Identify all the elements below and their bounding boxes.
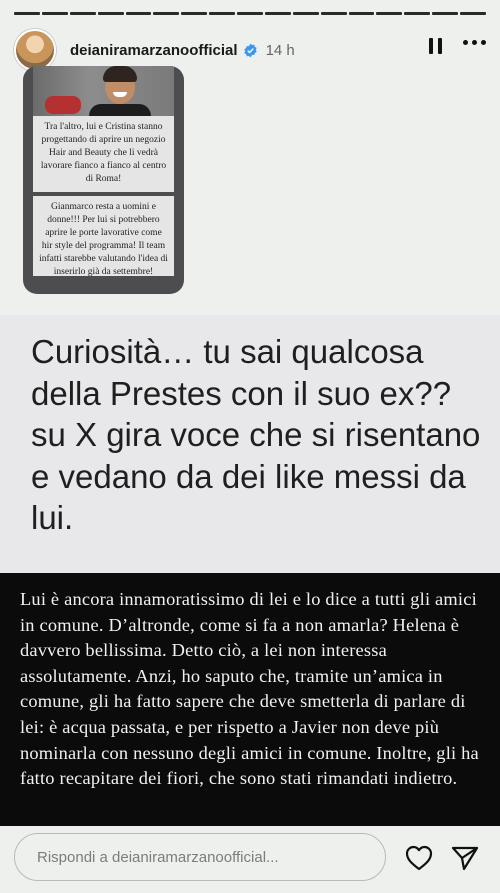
progress-segment [376, 12, 403, 15]
username[interactable]: deianiramarzanoofficial [70, 42, 238, 59]
pause-icon[interactable] [429, 38, 442, 54]
more-options-icon[interactable] [463, 40, 486, 45]
progress-segment [264, 12, 291, 15]
repost-caption-1: Tra l'altro, lui e Cristina stanno proge… [33, 116, 174, 192]
progress-segment [153, 12, 180, 15]
question-box: Curiosità… tu sai qualcosa della Prestes… [0, 315, 500, 573]
question-text: Curiosità… tu sai qualcosa della Prestes… [31, 333, 481, 536]
person-shirt-shape [89, 104, 151, 116]
progress-segment [460, 12, 486, 15]
progress-segment [320, 12, 347, 15]
progress-segment [14, 12, 40, 15]
progress-segment [69, 12, 96, 15]
story-progress-bar [14, 12, 486, 15]
repost-photo [33, 66, 174, 116]
repost-caption-2: Gianmarco resta a uomini e donne!!! Per … [33, 196, 174, 277]
car-shape [45, 96, 81, 114]
progress-segment [237, 12, 263, 15]
progress-segment [125, 12, 152, 15]
reply-input[interactable] [14, 833, 386, 881]
send-icon[interactable] [451, 845, 479, 871]
heart-icon[interactable] [405, 845, 433, 871]
reposted-story-card[interactable]: Tra l'altro, lui e Cristina stanno proge… [23, 66, 184, 294]
timestamp: 14 h [265, 41, 295, 59]
progress-segment [41, 12, 68, 15]
progress-segment [181, 12, 208, 15]
avatar[interactable] [14, 29, 56, 71]
answer-box: Lui è ancora innamoratissimo di lei e lo… [0, 573, 500, 826]
progress-segment [348, 12, 375, 15]
progress-segment [97, 12, 124, 15]
progress-segment [292, 12, 319, 15]
progress-segment [432, 12, 458, 15]
person-hair-shape [103, 66, 137, 82]
answer-text: Lui è ancora innamoratissimo di lei e lo… [20, 589, 479, 789]
progress-segment [404, 12, 431, 15]
progress-segment [209, 12, 235, 15]
verified-badge-icon [243, 43, 257, 57]
